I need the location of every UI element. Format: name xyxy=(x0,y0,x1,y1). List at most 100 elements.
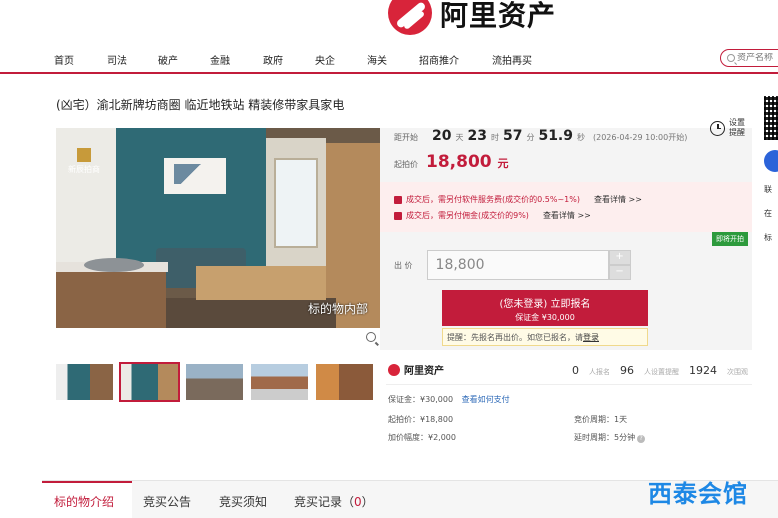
login-hint: 提醒：先报名再出价。如您已报名，请登录 xyxy=(442,328,648,346)
alibaba-asset-logo-icon xyxy=(388,363,400,376)
deposit-text: 保证金：¥30,000 xyxy=(388,395,454,404)
nav-item-bankruptcy[interactable]: 破产 xyxy=(158,52,178,67)
nav-item-finance[interactable]: 金融 xyxy=(210,52,230,67)
set-reminder-button[interactable]: 设置提醒 xyxy=(710,118,747,138)
photo-caption: 标的物内部 xyxy=(307,302,368,316)
bid-control: + − xyxy=(426,250,631,280)
nav-item-judicial[interactable]: 司法 xyxy=(107,52,127,67)
nav-item-investment[interactable]: 招商推介 xyxy=(419,52,459,67)
zoom-icon[interactable] xyxy=(366,332,376,342)
signup-count: 0 xyxy=(572,364,579,377)
signup-deposit-label: 保证金 ¥30,000 xyxy=(515,313,575,322)
auction-panel: 距开始 20 天 23 时 57 分 51.9 秒 (2026-04-29 10… xyxy=(380,118,752,350)
start-price-row: 起拍价 18,800 元 xyxy=(394,152,509,172)
stats-brand-name: 阿里资产 xyxy=(404,366,444,377)
bid-cycle-info: 竞价周期：1天 xyxy=(574,415,628,424)
start-price: 18,800 元 xyxy=(426,152,509,172)
nav-item-relist[interactable]: 流拍再买 xyxy=(492,52,532,67)
set-reminder-label: 设置提醒 xyxy=(729,118,745,137)
main-nav: 首页 司法 破产 金融 政府 央企 海关 招商推介 流拍再买 xyxy=(0,44,778,74)
qr-code xyxy=(764,96,778,140)
how-to-pay-link[interactable]: 查看如何支付 xyxy=(462,395,510,404)
start-time: (2026-04-29 10:00开始) xyxy=(593,133,688,142)
countdown-hours: 23 xyxy=(467,128,487,144)
help-icon[interactable]: ? xyxy=(637,435,646,443)
search-box[interactable] xyxy=(720,49,778,67)
increase-bid-button[interactable]: + xyxy=(608,250,631,265)
login-link[interactable]: 登录 xyxy=(583,333,599,342)
search-icon xyxy=(727,54,735,62)
bid-stepper: + − xyxy=(608,250,631,280)
alibaba-asset-logo-icon xyxy=(388,0,432,35)
fee-service-details-link[interactable]: 查看详情 >> xyxy=(594,194,642,205)
tab-item-intro[interactable]: 标的物介绍 xyxy=(54,493,114,510)
bid-record-count: 0 xyxy=(354,495,362,509)
sidebar-item-contact[interactable]: 联 xyxy=(764,184,772,195)
photo-brand-mark: 新辰拍商 xyxy=(68,148,100,175)
countdown-seconds-unit: 秒 xyxy=(577,133,585,142)
delay-text: 延时周期：5分钟 xyxy=(574,433,636,442)
countdown-days: 20 xyxy=(432,128,452,144)
fee-commission-text: 成交后，需另付佣金(成交价的9%) xyxy=(406,211,529,220)
fee-commission-details-link[interactable]: 查看详情 >> xyxy=(543,210,591,221)
tab-bid-records-label: 竞买记录（ xyxy=(294,495,355,509)
start-price-label: 起拍价 xyxy=(394,160,418,169)
site-logo[interactable]: 阿里资产 xyxy=(388,0,556,36)
nav-item-government[interactable]: 政府 xyxy=(263,52,283,67)
search-input[interactable] xyxy=(737,53,778,63)
thumbnail[interactable] xyxy=(56,364,113,400)
bid-input[interactable] xyxy=(426,250,609,280)
fee-line-commission: 成交后，需另付佣金(成交价的9%) 查看详情 >> xyxy=(394,210,591,221)
tab-instructions[interactable]: 竞买须知 xyxy=(219,493,267,510)
auction-stats: 阿里资产 0 人报名 96 人设置提醒 1924 次围观 保证金：¥30,000… xyxy=(380,352,752,450)
thumbnail-strip xyxy=(56,362,373,402)
tab-announcement[interactable]: 竞买公告 xyxy=(143,493,191,510)
bag-icon xyxy=(394,195,402,204)
service-icon[interactable] xyxy=(764,150,778,172)
countdown-hours-unit: 时 xyxy=(490,133,499,142)
decrease-bid-button[interactable]: − xyxy=(608,265,631,280)
signup-button-label: (您未登录) 立即报名 xyxy=(499,299,591,310)
sidebar-item-target[interactable]: 标 xyxy=(764,232,772,243)
start-price-value: 18,800 xyxy=(426,152,492,172)
bid-row: 出 价 + − xyxy=(394,250,631,280)
thumbnail-selected[interactable] xyxy=(119,362,180,402)
login-hint-text: 提醒：先报名再出价。如您已报名，请 xyxy=(447,333,583,342)
signup-count-label: 人报名 xyxy=(589,368,610,376)
fee-service-text: 成交后，需另付软件服务费(成交价的0.5%~1%) xyxy=(406,195,580,204)
page-title: (凶宅）渝北新牌坊商圈 临近地铁站 精装修带家具家电 xyxy=(56,98,345,112)
bid-label: 出 价 xyxy=(394,260,413,270)
countdown-minutes: 57 xyxy=(502,128,523,144)
fee-line-service: 成交后，需另付软件服务费(成交价的0.5%~1%) 查看详情 >> xyxy=(394,194,642,205)
main-photo[interactable]: 新辰拍商 标的物内部 xyxy=(56,128,380,328)
counters: 0 人报名 96 人设置提醒 1924 次围观 xyxy=(572,364,748,377)
countdown-minutes-unit: 分 xyxy=(526,133,535,142)
delay-info: 延时周期：5分钟? xyxy=(574,432,646,443)
thumbnail[interactable] xyxy=(316,364,373,400)
start-price-unit: 元 xyxy=(497,157,509,170)
signup-button[interactable]: (您未登录) 立即报名 保证金 ¥30,000 xyxy=(442,290,648,326)
nav-item-customs[interactable]: 海关 xyxy=(367,52,387,67)
fee-notice: 成交后，需另付软件服务费(成交价的0.5%~1%) 查看详情 >> 成交后，需另… xyxy=(380,182,752,232)
tab-bid-records-close: ） xyxy=(361,495,374,509)
start-price-info: 起拍价：¥18,800 xyxy=(388,415,454,424)
photo-brand-label: 新辰拍商 xyxy=(68,165,100,174)
reminder-count-label: 人设置提醒 xyxy=(644,368,679,376)
sidebar-item-online[interactable]: 在 xyxy=(764,208,772,219)
thumbnail[interactable] xyxy=(251,364,308,400)
deposit-info: 保证金：¥30,000 查看如何支付 xyxy=(388,394,510,405)
view-count: 1924 xyxy=(689,364,717,377)
nav-item-home[interactable]: 首页 xyxy=(54,52,74,67)
tab-bid-records[interactable]: 竞买记录（0） xyxy=(294,493,374,510)
watermark: 西泰会馆 xyxy=(648,480,748,508)
countdown-days-unit: 天 xyxy=(455,133,464,142)
increment-info: 加价幅度：¥2,000 xyxy=(388,433,456,442)
countdown-seconds: 51.9 xyxy=(538,128,573,144)
reminder-count: 96 xyxy=(620,364,634,377)
thumbnail[interactable] xyxy=(186,364,243,400)
countdown-label: 距开始 xyxy=(394,133,418,142)
status-badge: 即将开拍 xyxy=(712,232,748,246)
nav-item-soe[interactable]: 央企 xyxy=(315,52,335,67)
logo-text: 阿里资产 xyxy=(440,0,557,32)
bag-icon xyxy=(394,211,402,220)
